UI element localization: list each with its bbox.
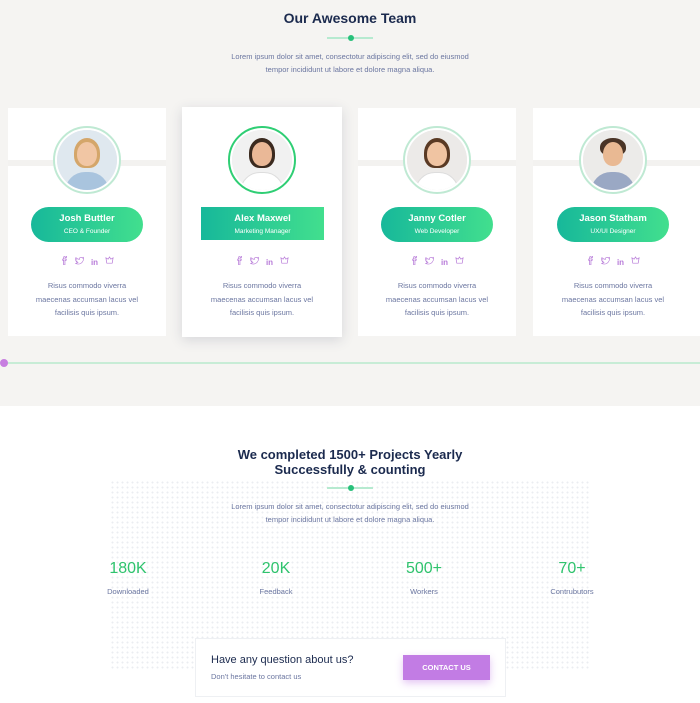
member-name-badge: Josh Buttler CEO & Founder <box>31 207 143 242</box>
linkedin-icon[interactable]: in <box>90 258 99 267</box>
twitter-icon[interactable] <box>425 256 434 265</box>
avatar[interactable] <box>403 126 471 194</box>
dribbble-icon[interactable] <box>105 256 114 265</box>
member-name-badge: Alex Maxwel Marketing Manager <box>201 207 324 240</box>
cta-subtext: Don't hesitate to contact us <box>211 672 302 681</box>
team-card-josh-buttler: Josh Buttler CEO & Founder in Risus comm… <box>8 108 166 336</box>
avatar[interactable] <box>579 126 647 194</box>
contact-cta-box: Have any question about us? Don't hesita… <box>195 638 506 697</box>
member-name: Jason Statham <box>579 213 647 224</box>
team-card-janny-cotler: Janny Cotler Web Developer in Risus comm… <box>358 108 516 336</box>
stat-feedback: 20K Feedback <box>216 560 336 596</box>
member-bio: Risus commodo viverra maecenas accumsan … <box>210 281 314 317</box>
linkedin-icon[interactable]: in <box>440 258 449 267</box>
dribbble-icon[interactable] <box>280 256 289 265</box>
carousel-handle[interactable] <box>0 359 8 367</box>
cta-question: Have any question about us? <box>211 654 354 666</box>
stat-label: Contrubutors <box>550 587 594 596</box>
stat-contributors: 70+ Contrubutors <box>512 560 632 596</box>
projects-description: Lorem ipsum dolor sit amet, consectotur … <box>231 502 469 524</box>
twitter-icon[interactable] <box>75 256 84 265</box>
twitter-icon[interactable] <box>601 256 610 265</box>
member-name: Josh Buttler <box>59 213 115 224</box>
member-role: CEO & Founder <box>63 228 111 235</box>
stat-value: 180K <box>109 560 147 577</box>
stat-workers: 500+ Workers <box>364 560 484 596</box>
team-card-alex-maxwel: Alex Maxwel Marketing Manager in Risus c… <box>182 107 342 337</box>
facebook-icon[interactable] <box>410 256 419 265</box>
team-card-jason-statham: Jason Statham UX/UI Designer in Risus co… <box>533 108 700 336</box>
social-links: in <box>182 256 342 267</box>
facebook-icon[interactable] <box>586 256 595 265</box>
carousel-track[interactable] <box>3 362 700 364</box>
linkedin-icon[interactable]: in <box>616 258 625 267</box>
stat-value: 20K <box>261 560 291 577</box>
member-role: UX/UI Designer <box>590 228 636 235</box>
facebook-icon[interactable] <box>60 256 69 265</box>
member-name-badge: Janny Cotler Web Developer <box>381 207 493 242</box>
team-section: Our Awesome Team Lorem ipsum dolor sit a… <box>0 0 700 406</box>
projects-title: We completed 1500+ Projects Yearly Succe… <box>237 447 463 477</box>
stat-value: 70+ <box>558 560 586 577</box>
social-links: in <box>533 256 693 267</box>
team-title: Our Awesome Team <box>283 10 417 26</box>
member-name: Janny Cotler <box>408 213 466 224</box>
social-links: in <box>8 256 166 267</box>
stat-label: Downloaded <box>107 587 149 596</box>
linkedin-icon[interactable]: in <box>265 258 274 267</box>
team-title-divider <box>327 35 373 41</box>
avatar[interactable] <box>228 126 296 194</box>
stat-label: Workers <box>410 587 438 596</box>
contact-us-button[interactable]: CONTACT US <box>403 655 490 680</box>
dribbble-icon[interactable] <box>455 256 464 265</box>
facebook-icon[interactable] <box>235 256 244 265</box>
stat-label: Feedback <box>259 587 293 596</box>
team-description: Lorem ipsum dolor sit amet, consectotur … <box>231 52 469 74</box>
member-bio: Risus commodo viverra maecenas accumsan … <box>561 281 665 317</box>
social-links: in <box>358 256 516 267</box>
dribbble-icon[interactable] <box>631 256 640 265</box>
member-role: Marketing Manager <box>234 228 291 235</box>
twitter-icon[interactable] <box>250 256 259 265</box>
member-role: Web Developer <box>414 228 460 235</box>
member-bio: Risus commodo viverra maecenas accumsan … <box>35 281 139 317</box>
stat-value: 500+ <box>405 560 443 577</box>
avatar[interactable] <box>53 126 121 194</box>
member-bio: Risus commodo viverra maecenas accumsan … <box>385 281 489 317</box>
member-name-badge: Jason Statham UX/UI Designer <box>557 207 669 242</box>
member-name: Alex Maxwel <box>234 213 291 224</box>
stat-downloaded: 180K Downloaded <box>68 560 188 596</box>
projects-title-divider <box>327 485 373 491</box>
